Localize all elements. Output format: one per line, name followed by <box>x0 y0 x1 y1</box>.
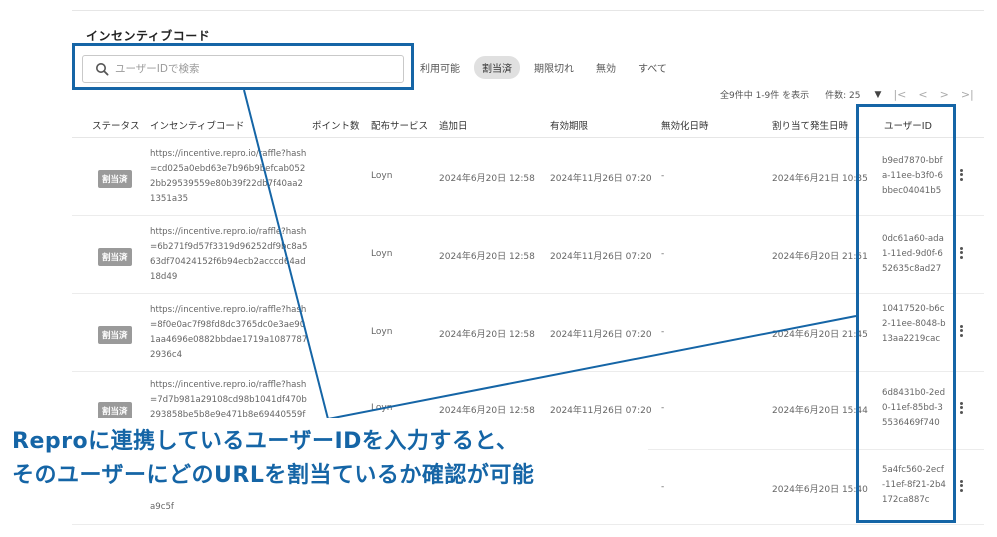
column-service[interactable]: 配布サービス <box>371 118 428 132</box>
disabled-cell: - <box>661 171 665 181</box>
service-cell: Loyn <box>371 249 393 259</box>
top-divider <box>72 10 984 11</box>
assigned-cell: 2024年6月21日 10:35 <box>772 174 868 184</box>
filter-assigned[interactable]: 割当済 <box>474 55 520 79</box>
page-title: インセンティブコード <box>86 29 211 43</box>
assigned-cell: 2024年6月20日 21:45 <box>772 330 868 340</box>
service-cell: Loyn <box>371 171 393 181</box>
user-id-highlight-box <box>856 104 956 523</box>
column-status[interactable]: ステータス <box>92 118 140 132</box>
table-header: ステータス インセンティブコード ポイント数 配布サービス 追加日 有効期限 無… <box>72 112 984 138</box>
column-added[interactable]: 追加日 <box>439 118 468 132</box>
added-cell: 2024年6月20日 12:58 <box>439 252 535 262</box>
callout-text: Reproに連携しているユーザーIDを入力すると、 そのユーザーにどのURLを割… <box>12 425 534 493</box>
row-menu-icon[interactable] <box>958 323 964 338</box>
first-page-button[interactable]: |< <box>893 88 906 101</box>
next-page-button[interactable]: > <box>940 88 949 101</box>
filter-available[interactable]: 利用可能 <box>412 56 468 79</box>
per-page-select[interactable]: 件数: 25 <box>825 88 860 101</box>
disabled-cell: - <box>661 327 665 337</box>
expiry-cell: 2024年11月26日 07:20 <box>550 174 652 184</box>
row-menu-icon[interactable] <box>958 400 964 415</box>
incentive-url: https://incentive.repro.io/raffle?hash=6… <box>150 227 308 282</box>
status-badge: 割当済 <box>98 326 132 344</box>
search-highlight-box <box>72 43 414 90</box>
filter-all[interactable]: すべて <box>630 56 675 79</box>
disabled-cell: - <box>661 249 665 259</box>
prev-page-button[interactable]: < <box>918 88 927 101</box>
expiry-cell: 2024年11月26日 07:20 <box>550 252 652 262</box>
service-cell: Loyn <box>371 403 393 413</box>
added-cell: 2024年6月20日 12:58 <box>439 330 535 340</box>
row-menu-icon[interactable] <box>958 245 964 260</box>
assigned-cell: 2024年6月20日 21:51 <box>772 252 868 262</box>
incentive-url: a9c5f <box>150 502 174 512</box>
row-menu-icon[interactable] <box>958 167 964 182</box>
table-row[interactable]: 割当済 https://incentive.repro.io/raffle?ha… <box>72 138 984 216</box>
status-badge: 割当済 <box>98 170 132 188</box>
pagination: 全9件中 1-9件 を表示 件数: 25 ▼ |< < > >| <box>720 88 974 101</box>
last-page-button[interactable]: >| <box>961 88 974 101</box>
column-code[interactable]: インセンティブコード <box>150 118 244 132</box>
incentive-url: https://incentive.repro.io/raffle?hash=8… <box>150 305 308 360</box>
table-row[interactable]: 割当済 https://incentive.repro.io/raffle?ha… <box>72 216 984 294</box>
chevron-down-icon[interactable]: ▼ <box>875 90 882 100</box>
row-menu-icon[interactable] <box>958 478 964 493</box>
column-assigned[interactable]: 割り当て発生日時 <box>772 118 848 132</box>
expiry-cell: 2024年11月26日 07:20 <box>550 406 652 416</box>
pagination-summary: 全9件中 1-9件 を表示 <box>720 91 810 101</box>
status-badge: 割当済 <box>98 248 132 266</box>
callout-line-1: Reproに連携しているユーザーIDを入力すると、 <box>12 429 519 454</box>
filter-expired[interactable]: 期限切れ <box>526 56 582 79</box>
added-cell: 2024年6月20日 12:58 <box>439 406 535 416</box>
expiry-cell: 2024年11月26日 07:20 <box>550 330 652 340</box>
filter-disabled[interactable]: 無効 <box>588 56 624 79</box>
service-cell: Loyn <box>371 327 393 337</box>
column-disabled[interactable]: 無効化日時 <box>661 118 709 132</box>
disabled-cell: - <box>661 482 665 492</box>
assigned-cell: 2024年6月20日 15:40 <box>772 485 868 495</box>
disabled-cell: - <box>661 403 665 413</box>
added-cell: 2024年6月20日 12:58 <box>439 174 535 184</box>
callout-line-2: そのユーザーにどのURLを割当ているか確認が可能 <box>12 463 535 488</box>
incentive-url: https://incentive.repro.io/raffle?hash=c… <box>150 149 307 204</box>
table-row[interactable]: 割当済 https://incentive.repro.io/raffle?ha… <box>72 294 984 372</box>
assigned-cell: 2024年6月20日 15:44 <box>772 406 868 416</box>
column-points[interactable]: ポイント数 <box>312 118 360 132</box>
column-expiry[interactable]: 有効期限 <box>550 118 588 132</box>
status-filter-group: 利用可能 割当済 期限切れ 無効 すべて <box>412 55 681 79</box>
